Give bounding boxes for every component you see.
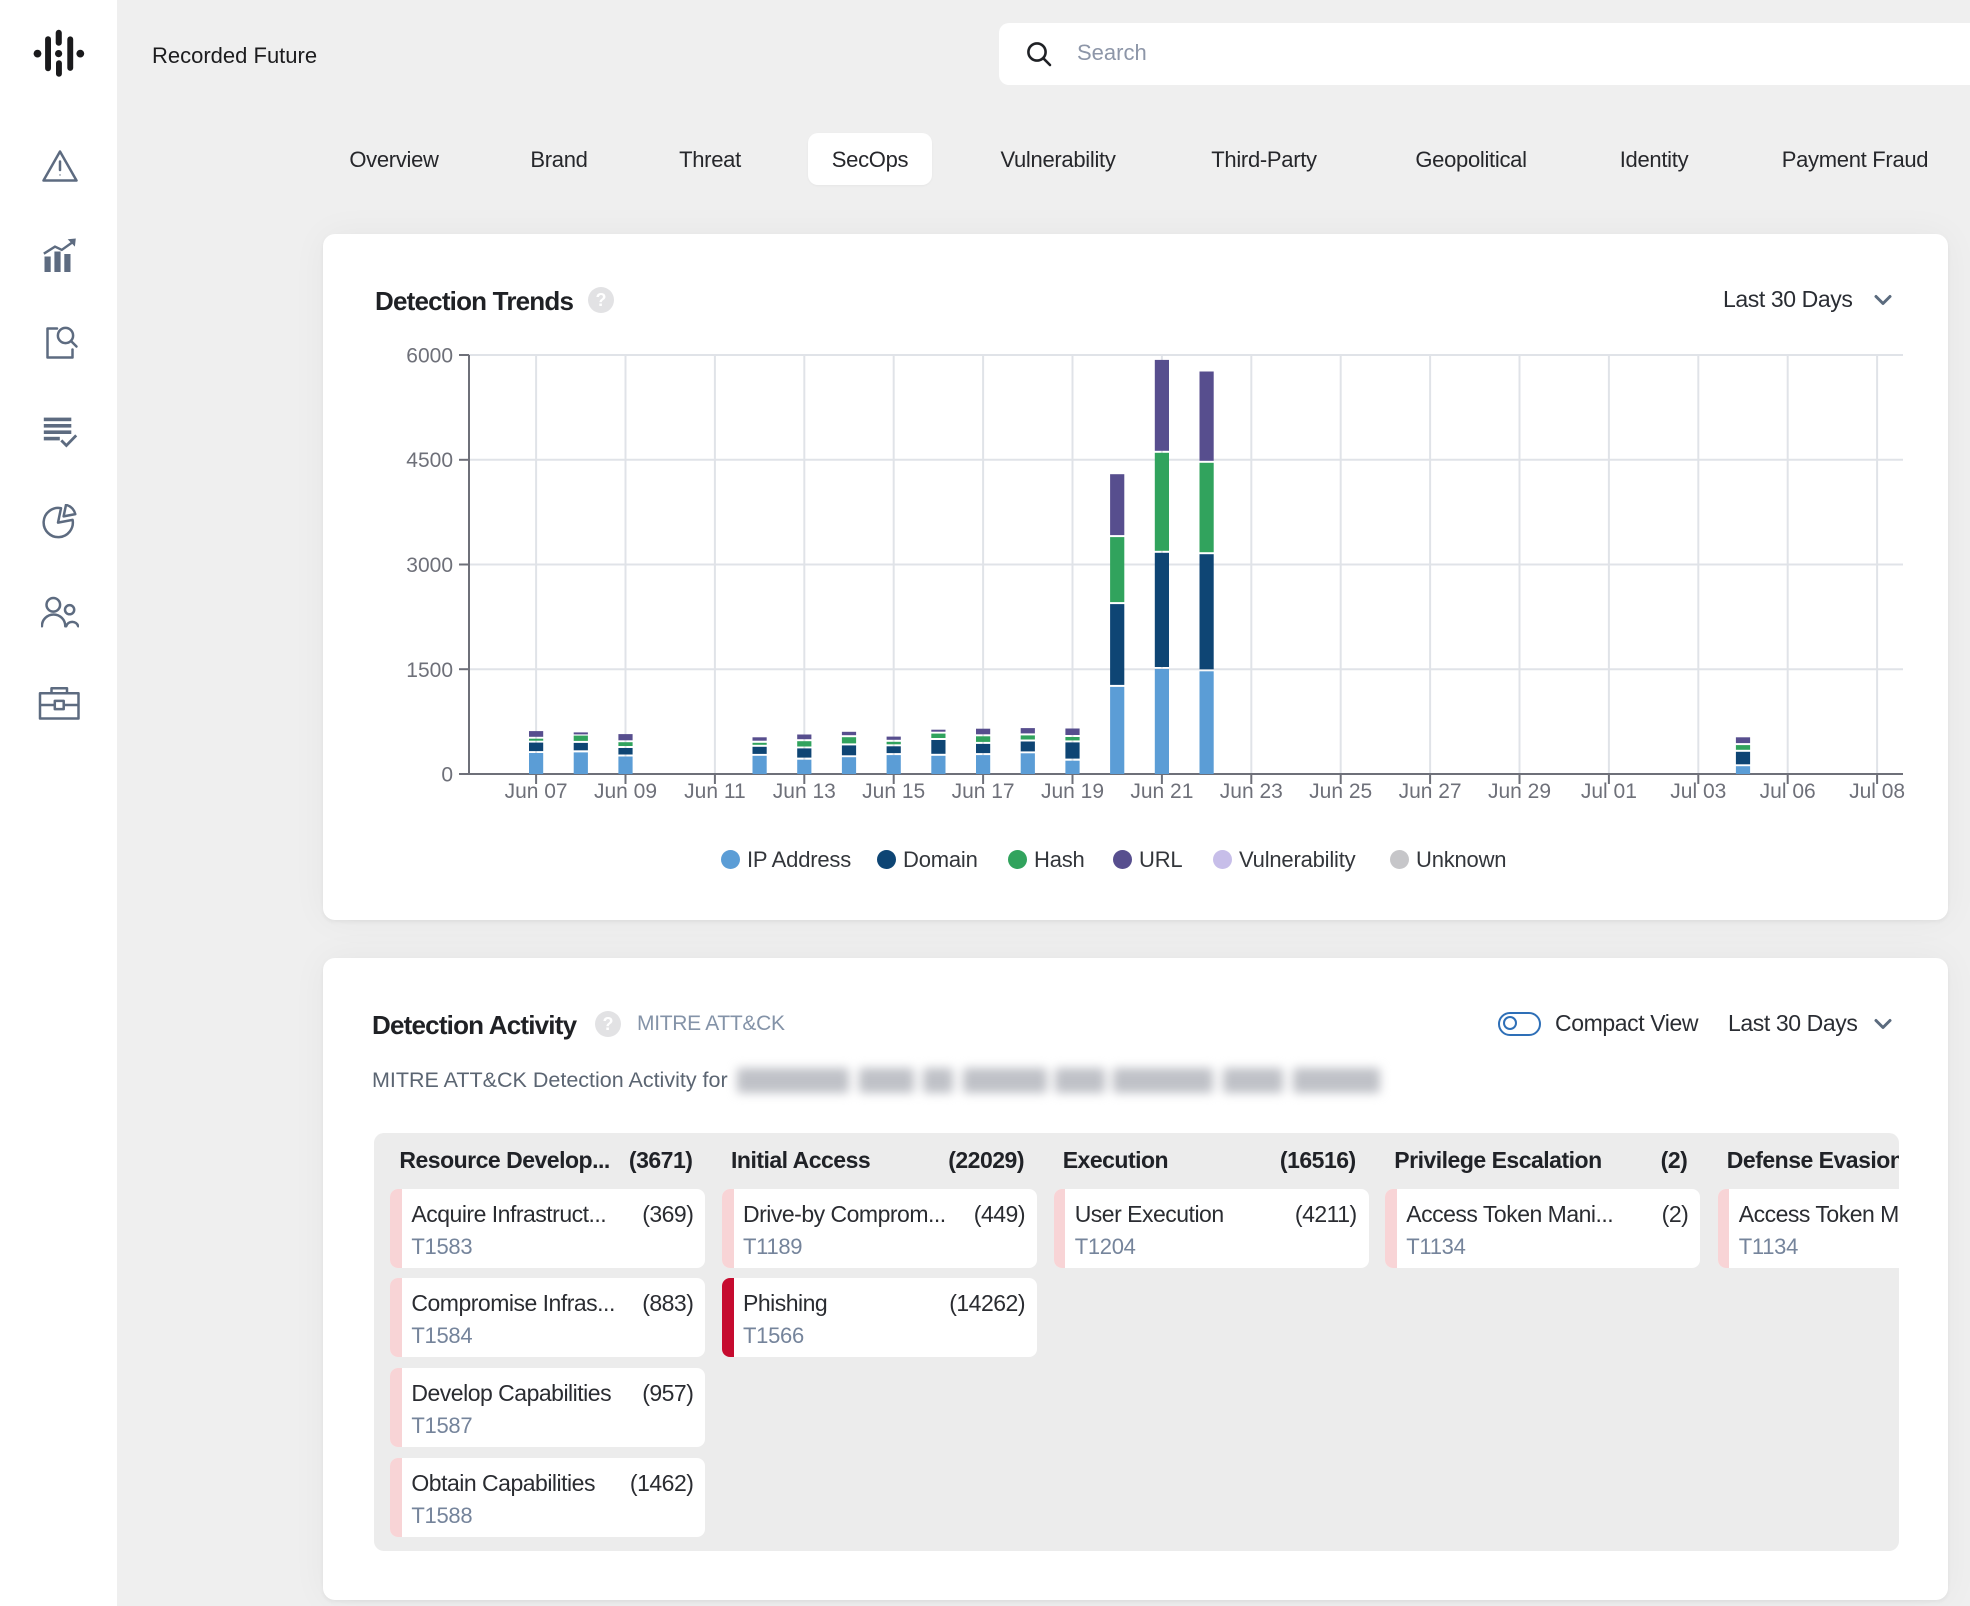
svg-text:0: 0 (441, 764, 453, 787)
svg-text:Jun 19: Jun 19 (1041, 780, 1104, 803)
svg-text:Jun 21: Jun 21 (1130, 780, 1193, 803)
svg-text:Jul 08: Jul 08 (1849, 780, 1905, 803)
svg-text:Jun 09: Jun 09 (594, 780, 657, 803)
svg-text:3000: 3000 (406, 554, 453, 577)
svg-text:Jun 07: Jun 07 (505, 780, 568, 803)
svg-text:6000: 6000 (406, 345, 453, 368)
svg-text:1500: 1500 (406, 659, 453, 682)
svg-text:Jun 13: Jun 13 (773, 780, 836, 803)
svg-text:Jul 01: Jul 01 (1581, 780, 1637, 803)
svg-text:Jun 17: Jun 17 (952, 780, 1015, 803)
svg-text:Jun 25: Jun 25 (1309, 780, 1372, 803)
svg-text:Jun 11: Jun 11 (684, 780, 746, 803)
svg-text:Jul 06: Jul 06 (1760, 780, 1816, 803)
svg-text:Jun 15: Jun 15 (862, 780, 925, 803)
svg-text:Jun 29: Jun 29 (1488, 780, 1551, 803)
svg-text:Jun 27: Jun 27 (1399, 780, 1462, 803)
svg-text:Jun 23: Jun 23 (1220, 780, 1283, 803)
svg-text:Jul 03: Jul 03 (1670, 780, 1726, 803)
svg-text:4500: 4500 (406, 449, 453, 472)
